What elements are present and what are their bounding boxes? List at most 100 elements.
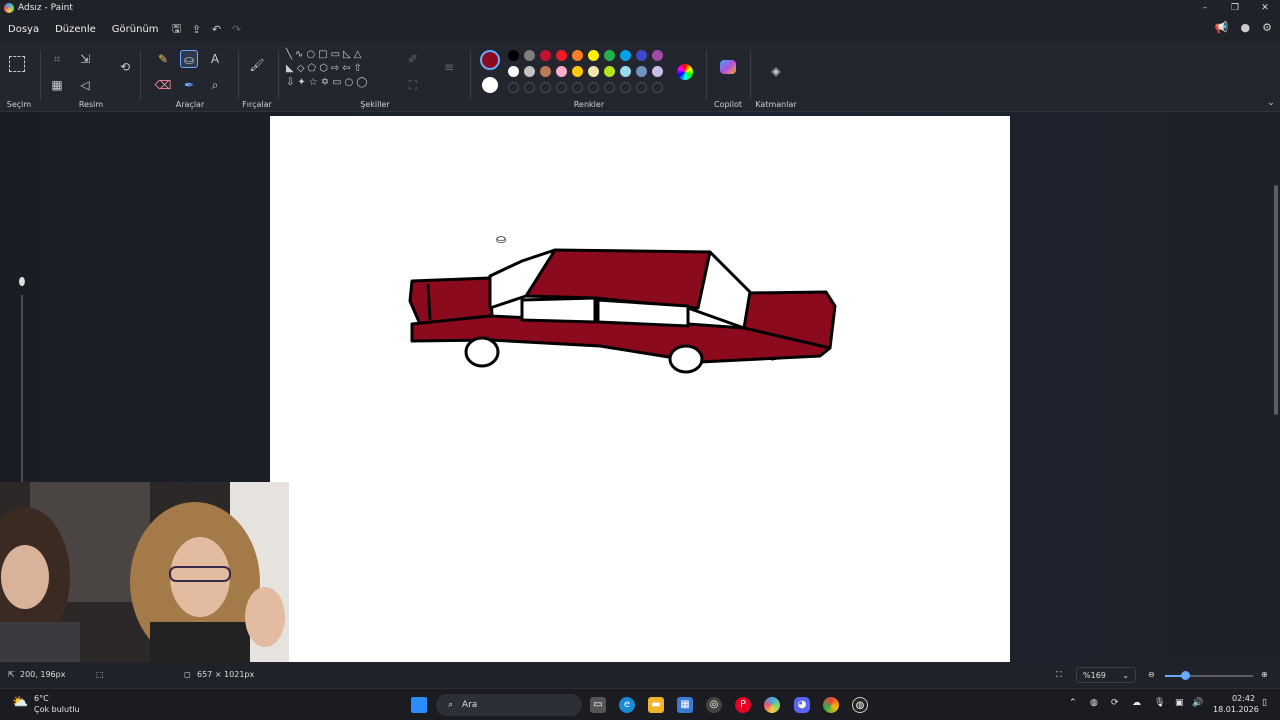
- secondary-color[interactable]: [482, 77, 498, 93]
- drawing-canvas[interactable]: ⛀: [270, 116, 1010, 662]
- volume-icon[interactable]: 🔊: [1192, 698, 1203, 708]
- onedrive-icon[interactable]: ☁: [1132, 698, 1141, 708]
- webcam-image: [0, 482, 289, 663]
- eraser-icon[interactable]: ⌫: [154, 76, 172, 94]
- color-swatch[interactable]: [572, 50, 583, 61]
- shape-fill-icon[interactable]: ⛶: [404, 76, 422, 94]
- edit-colors-icon[interactable]: [677, 64, 693, 80]
- custom-color-slot[interactable]: [588, 82, 599, 93]
- announcement-icon[interactable]: 📢: [1215, 21, 1229, 34]
- close-button[interactable]: ✕: [1250, 0, 1280, 16]
- task-view-icon[interactable]: ▭: [590, 697, 606, 713]
- weather-icon[interactable]: ⛅: [12, 695, 28, 710]
- color-swatch[interactable]: [636, 50, 647, 61]
- custom-color-slot[interactable]: [604, 82, 615, 93]
- color-swatch[interactable]: [524, 66, 535, 77]
- slider-handle-icon[interactable]: ⬮: [16, 275, 28, 289]
- zoom-out-icon[interactable]: ⊖: [1148, 670, 1155, 679]
- flip-icon[interactable]: ◁: [76, 76, 94, 94]
- custom-color-slot[interactable]: [652, 82, 663, 93]
- settings-gear-icon[interactable]: ⚙: [1262, 21, 1272, 34]
- color-swatch[interactable]: [556, 50, 567, 61]
- brush-size-slider[interactable]: ⬮: [16, 275, 28, 485]
- custom-color-slot[interactable]: [636, 82, 647, 93]
- paint-taskbar-icon[interactable]: [764, 697, 780, 713]
- app-icon-red[interactable]: ◎: [706, 697, 722, 713]
- primary-color[interactable]: [480, 50, 500, 70]
- zoom-in-icon[interactable]: ⊕: [1261, 670, 1268, 679]
- color-swatch[interactable]: [620, 50, 631, 61]
- menu-edit[interactable]: Düzenle: [47, 24, 104, 35]
- taskbar-search[interactable]: ⌕ Ara: [436, 694, 582, 716]
- shapes-gallery[interactable]: ╲∿○□▭◺△ ◣◇⬠⬡⇨⇦⇧ ⇩✦☆✡▭○◯: [286, 48, 394, 98]
- tray-chevron-icon[interactable]: ⌃: [1069, 698, 1077, 708]
- pinterest-icon[interactable]: P: [735, 697, 751, 713]
- pencil-icon[interactable]: ✎: [154, 50, 172, 68]
- fill-bucket-icon[interactable]: ⛀: [180, 50, 198, 68]
- brush-icon[interactable]: 🖌: [248, 56, 266, 74]
- clock-time[interactable]: 02:42: [1232, 694, 1255, 703]
- color-swatch[interactable]: [588, 66, 599, 77]
- file-explorer-icon[interactable]: ▬: [648, 697, 664, 713]
- network-icon[interactable]: ▣: [1175, 698, 1184, 708]
- color-swatch[interactable]: [524, 50, 535, 61]
- discord-icon[interactable]: ◕: [794, 697, 810, 713]
- menu-view[interactable]: Görünüm: [104, 24, 167, 35]
- custom-color-slot[interactable]: [556, 82, 567, 93]
- color-swatch[interactable]: [556, 66, 567, 77]
- color-swatch[interactable]: [540, 50, 551, 61]
- custom-color-slot[interactable]: [508, 82, 519, 93]
- redo-icon[interactable]: ↷: [227, 23, 247, 36]
- minimize-button[interactable]: –: [1190, 0, 1220, 16]
- magnifier-icon[interactable]: ⌕: [206, 76, 224, 94]
- tray-app-icon[interactable]: ◍: [1090, 698, 1098, 708]
- shape-outline-icon[interactable]: ✐: [404, 50, 422, 68]
- resize-icon[interactable]: ⇲: [76, 50, 94, 68]
- color-swatch[interactable]: [652, 50, 663, 61]
- custom-color-slot[interactable]: [620, 82, 631, 93]
- obs-icon[interactable]: ◍: [852, 697, 868, 713]
- edge-icon[interactable]: e: [619, 697, 635, 713]
- text-icon[interactable]: A: [206, 50, 224, 68]
- color-swatch[interactable]: [620, 66, 631, 77]
- color-swatch[interactable]: [508, 50, 519, 61]
- color-swatch[interactable]: [604, 50, 615, 61]
- layers-icon[interactable]: ◈: [767, 62, 785, 80]
- color-swatch[interactable]: [652, 66, 663, 77]
- tray-sync-icon[interactable]: ⟳: [1111, 698, 1119, 708]
- save-icon[interactable]: 🖫: [167, 20, 187, 39]
- copilot-icon[interactable]: [720, 60, 736, 74]
- image-rotate-icon[interactable]: ⟲: [116, 58, 134, 76]
- notification-icon[interactable]: ▯: [1262, 698, 1267, 708]
- microphone-icon[interactable]: 🎙: [1154, 698, 1165, 708]
- account-icon[interactable]: ●: [1241, 21, 1251, 34]
- crop-icon[interactable]: ⌗: [48, 50, 66, 68]
- store-icon[interactable]: ▦: [677, 697, 693, 713]
- stroke-size-icon[interactable]: ≡: [440, 58, 458, 76]
- color-swatch[interactable]: [572, 66, 583, 77]
- clock-date[interactable]: 18.01.2026: [1213, 705, 1259, 714]
- share-icon[interactable]: ⇪: [187, 23, 207, 36]
- zoom-dropdown[interactable]: %169 ⌄: [1076, 667, 1136, 683]
- zoom-slider[interactable]: [1165, 671, 1253, 680]
- vertical-scrollbar[interactable]: [1274, 185, 1278, 415]
- color-swatch[interactable]: [604, 66, 615, 77]
- maximize-button[interactable]: ❐: [1220, 0, 1250, 16]
- color-swatch[interactable]: [636, 66, 647, 77]
- ribbon-collapse-chevron-icon[interactable]: ⌄: [1262, 94, 1280, 112]
- menu-file[interactable]: Dosya: [0, 24, 47, 35]
- remove-background-icon[interactable]: ▦: [48, 76, 66, 94]
- color-swatch[interactable]: [540, 66, 551, 77]
- color-picker-icon[interactable]: ✒: [180, 76, 198, 94]
- select-rectangle-icon[interactable]: [9, 56, 25, 72]
- custom-color-slot[interactable]: [540, 82, 551, 93]
- windows-start-icon[interactable]: [411, 697, 427, 713]
- zoom-slider-handle[interactable]: [1181, 671, 1190, 680]
- color-swatch[interactable]: [508, 66, 519, 77]
- custom-color-slot[interactable]: [572, 82, 583, 93]
- chrome-icon[interactable]: [823, 697, 839, 713]
- color-swatch[interactable]: [588, 50, 599, 61]
- fit-to-window-icon[interactable]: ⛶: [1056, 670, 1062, 680]
- undo-icon[interactable]: ↶: [207, 23, 227, 36]
- custom-color-slot[interactable]: [524, 82, 535, 93]
